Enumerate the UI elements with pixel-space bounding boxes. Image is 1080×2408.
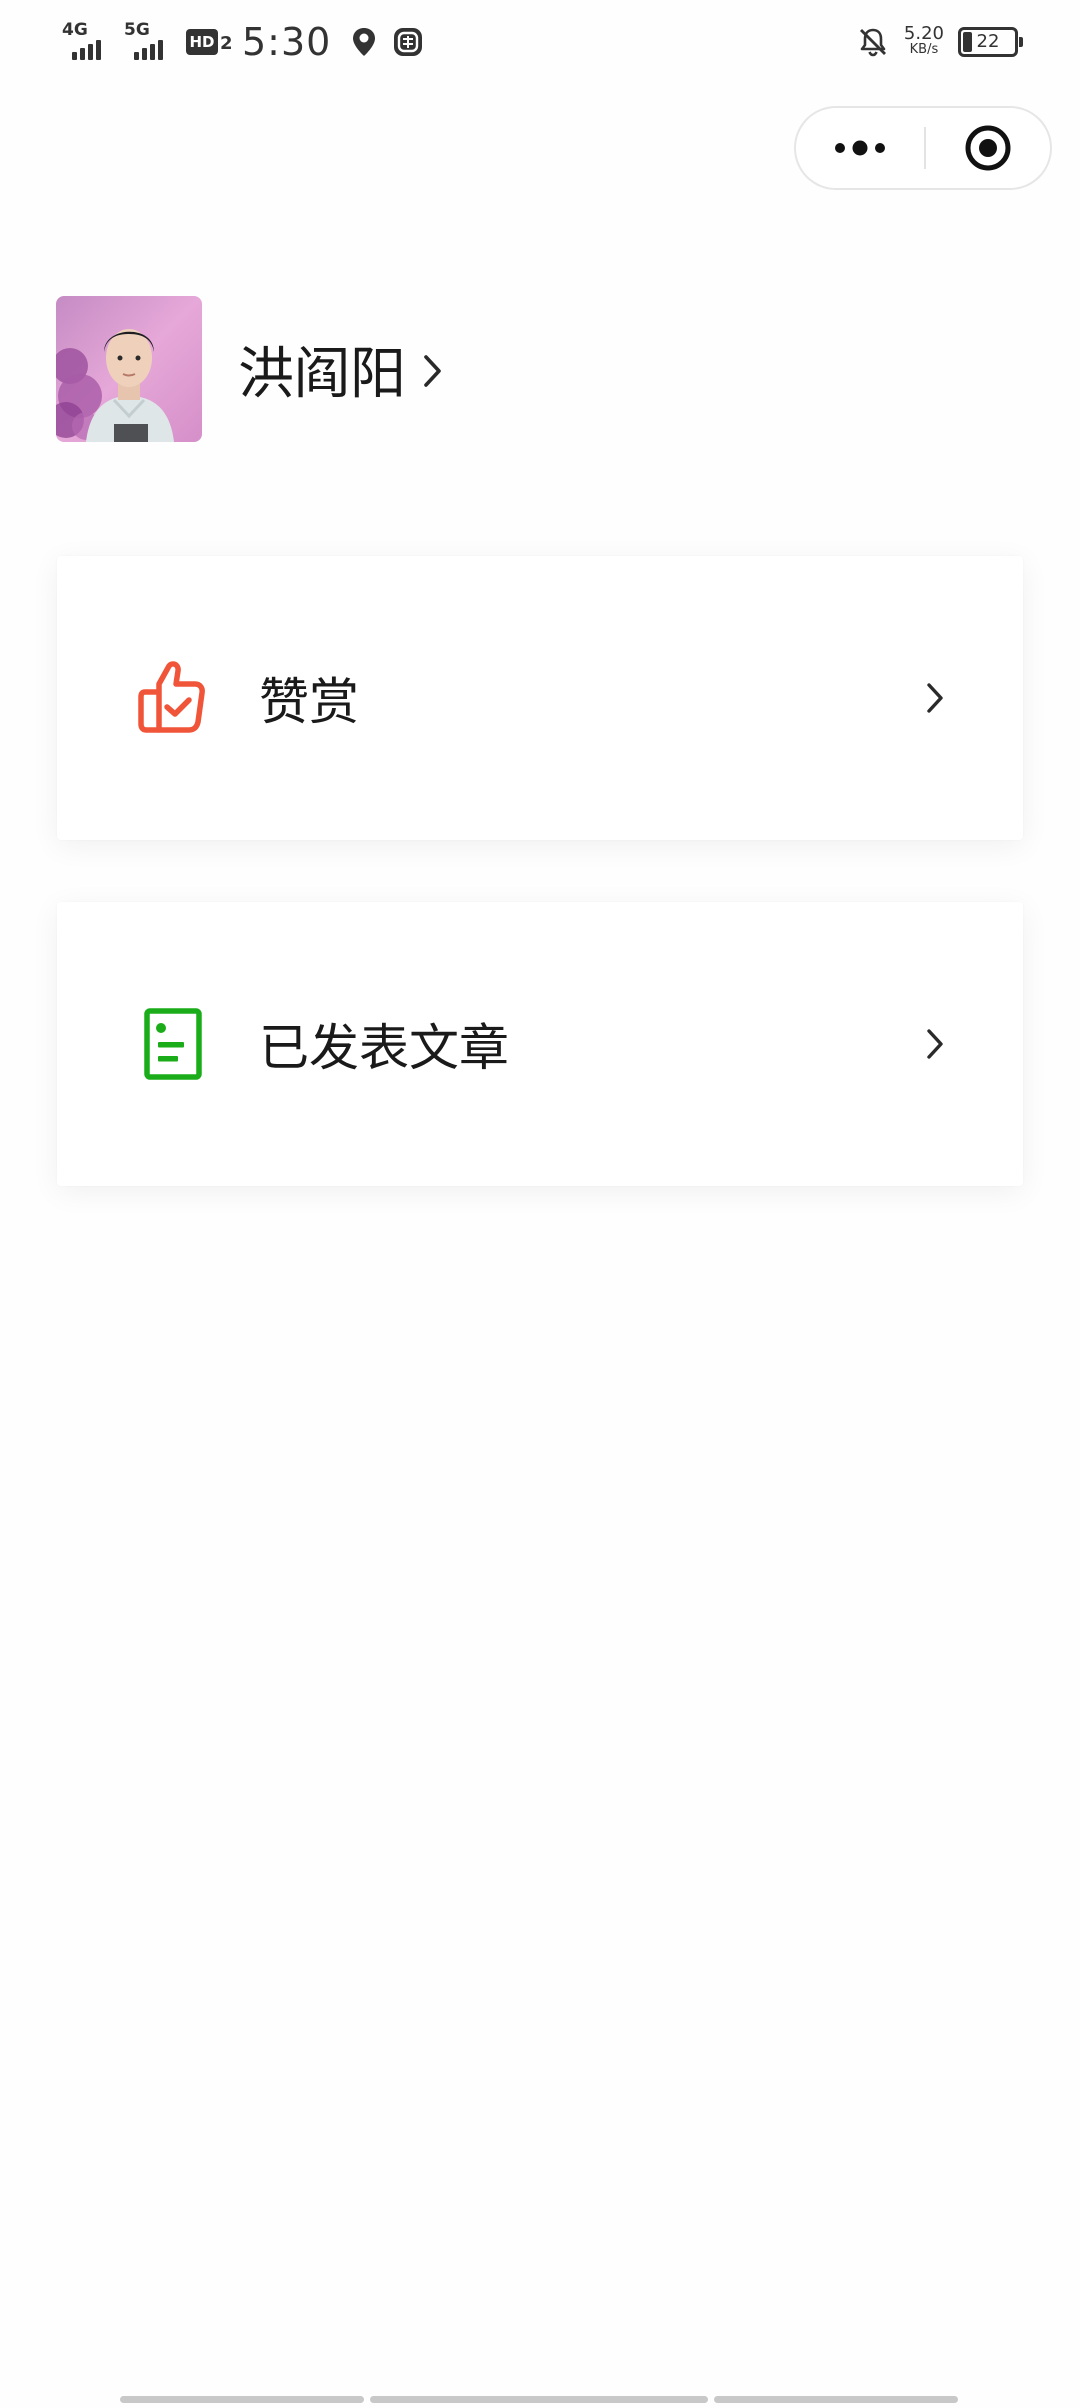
profile-row[interactable]: 洪阎阳 — [56, 296, 444, 442]
mini-program-capsule — [794, 106, 1052, 190]
close-button[interactable] — [926, 108, 1050, 188]
more-dots-icon — [835, 140, 885, 156]
network-speed: 5.20 KB/s — [903, 23, 944, 58]
status-time: 5:30 — [242, 20, 332, 64]
menu-item-reward-label: 赞赏 — [259, 673, 359, 731]
menu-item-reward[interactable]: 赞赏 — [57, 556, 1023, 840]
status-bar-left: 4G 5G HD 2 5:30 — [62, 18, 425, 66]
signal-5g-icon: 5G — [124, 22, 176, 62]
speed-unit: KB/s — [909, 42, 939, 57]
network-1-label: 4G — [62, 20, 88, 40]
thumbs-up-check-icon — [138, 661, 205, 733]
hd-sub-label: 2 — [220, 33, 233, 54]
speed-value: 5.20 — [903, 23, 944, 44]
battery-level: 22 — [976, 31, 1000, 52]
location-icon — [353, 28, 376, 56]
hd-voice-icon: HD 2 — [186, 25, 233, 59]
chevron-right-icon — [424, 355, 441, 387]
status-bar-right: 5.20 KB/s 22 — [856, 20, 1023, 64]
more-button[interactable] — [796, 108, 924, 188]
network-2-label: 5G — [124, 20, 150, 40]
bell-muted-icon — [859, 28, 886, 57]
gesture-navigation-bar[interactable] — [120, 2396, 958, 2403]
status-bar: 4G 5G HD 2 5:30 5.20 KB/s 22 — [0, 0, 1080, 84]
avatar — [56, 296, 202, 442]
document-list-icon — [144, 1008, 202, 1080]
chevron-right-icon — [927, 1029, 943, 1059]
menu-item-published-articles-label: 已发表文章 — [259, 1019, 509, 1077]
app-notification-icon — [394, 28, 423, 56]
signal-4g-icon: 4G — [62, 22, 114, 62]
chevron-right-icon — [927, 683, 943, 713]
profile-name: 洪阎阳 — [238, 341, 406, 407]
target-circle-icon — [965, 125, 1011, 171]
menu-item-published-articles[interactable]: 已发表文章 — [57, 902, 1023, 1186]
hd-label: HD — [186, 29, 218, 55]
battery-icon: 22 — [958, 27, 1023, 57]
